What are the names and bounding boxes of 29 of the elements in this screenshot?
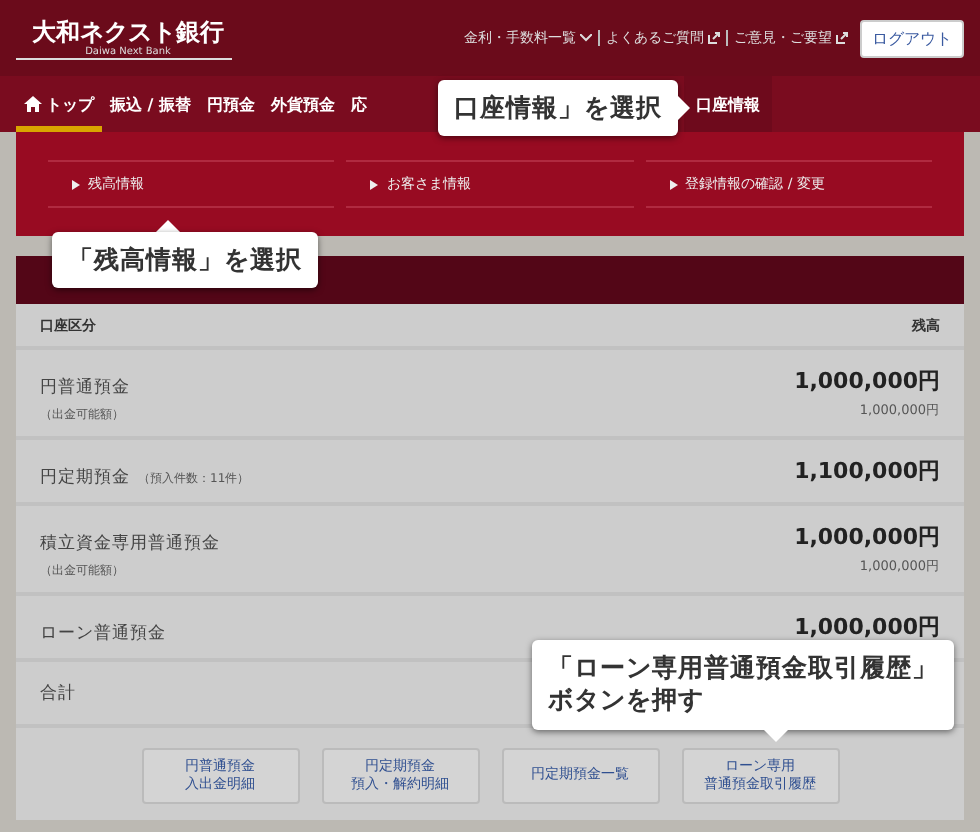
callout-tooltip: 「ローン専用普通預金取引履歴」 ボタンを押す xyxy=(532,640,954,729)
callout-pointer xyxy=(764,729,788,741)
home-icon xyxy=(24,96,42,112)
triangle-right-icon xyxy=(72,179,80,189)
nav-tab[interactable]: 応 xyxy=(343,76,375,132)
nav-tab[interactable]: 外貨預金 xyxy=(263,76,343,132)
callout-pointer xyxy=(156,220,180,232)
callout-tooltip: 「残高情報」を選択 xyxy=(52,232,318,289)
chevron-down-icon xyxy=(580,34,592,42)
nav-tab[interactable]: 円預金 xyxy=(199,76,263,132)
triangle-right-icon xyxy=(370,179,379,189)
logout-button[interactable]: ログアウト xyxy=(860,19,964,57)
callout-tooltip: 口座情報」を選択 xyxy=(438,80,678,137)
account-type: 円定期預金 xyxy=(40,468,130,488)
account-type: ローン普通預金 xyxy=(40,624,166,644)
bank-name: 大和ネクスト銀行 xyxy=(32,17,224,45)
account-type: 積立資金専用普通預金 xyxy=(40,534,220,554)
balance-amount: 1,000,000円 xyxy=(794,522,940,552)
external-link-icon xyxy=(708,32,720,44)
external-link-icon xyxy=(836,32,848,44)
triangle-right-icon xyxy=(669,179,678,189)
account-type: 円普通預金 xyxy=(40,378,130,398)
nav-tab[interactable]: 振込 / 振替 xyxy=(102,76,199,132)
balance-amount: 1,000,000円 xyxy=(794,612,940,642)
balance-amount: 1,100,000円 xyxy=(794,456,940,486)
callout-pointer xyxy=(678,96,690,121)
total-label: 合計 xyxy=(40,681,76,705)
balance-amount: 1,000,000円 xyxy=(794,366,940,396)
nav-tab[interactable]: 口座情報 xyxy=(684,76,772,132)
